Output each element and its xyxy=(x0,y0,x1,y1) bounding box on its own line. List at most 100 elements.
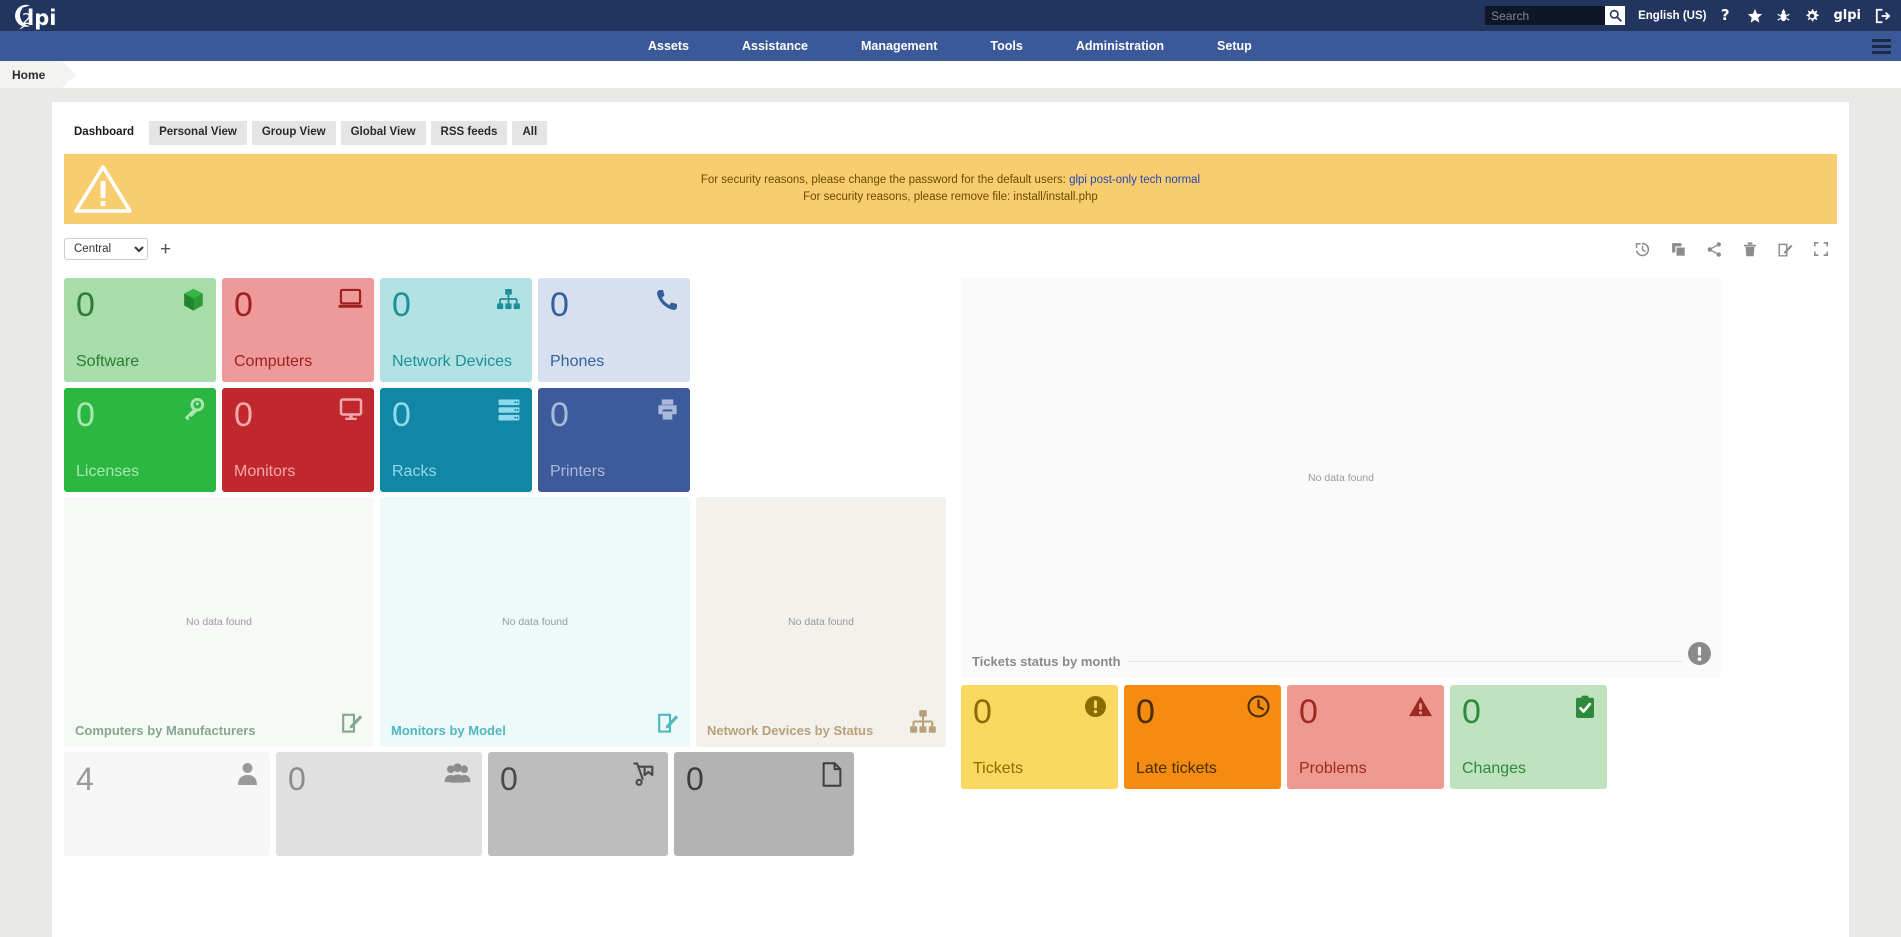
search-input[interactable] xyxy=(1485,6,1606,25)
search-button[interactable] xyxy=(1605,6,1626,25)
tile-computers[interactable]: 0 Computers xyxy=(222,278,374,382)
help-icon[interactable]: ? xyxy=(1719,7,1734,24)
tab-personal-view[interactable]: Personal View xyxy=(149,121,247,145)
edit-icon[interactable] xyxy=(1777,241,1794,258)
logout-icon[interactable] xyxy=(1874,8,1891,24)
tile-tickets[interactable]: 0 Tickets xyxy=(961,685,1118,789)
current-user[interactable]: glpi xyxy=(1833,8,1861,23)
tile-licenses[interactable]: 0 Licenses xyxy=(64,388,216,492)
panel-nodata-text: No data found xyxy=(502,616,568,628)
dashboard-actions xyxy=(1634,241,1837,258)
tab-group-view[interactable]: Group View xyxy=(251,121,336,145)
clone-icon[interactable] xyxy=(1670,241,1687,258)
panel-monitors-by-model[interactable]: No data found Monitors by Model xyxy=(380,497,690,747)
content-card: Dashboard Personal View Group View Globa… xyxy=(52,102,1849,937)
tile-documents[interactable]: 0 xyxy=(674,752,854,856)
tile-changes[interactable]: 0 Changes xyxy=(1450,685,1607,789)
delete-icon[interactable] xyxy=(1742,241,1758,258)
default-users-link[interactable]: glpi post-only tech normal xyxy=(1069,174,1200,186)
tile-groups[interactable]: 0 xyxy=(276,752,482,856)
language-selector[interactable]: English (US) xyxy=(1638,10,1706,22)
alert-line-1-text: For security reasons, please change the … xyxy=(700,174,1066,186)
search-box[interactable] xyxy=(1485,6,1626,25)
tile-racks[interactable]: 0 Racks xyxy=(380,388,532,492)
nav-item-setup[interactable]: Setup xyxy=(1217,39,1252,53)
nav-item-management[interactable]: Management xyxy=(861,39,937,53)
alert-messages: For security reasons, please change the … xyxy=(142,172,1837,206)
nav-item-assistance[interactable]: Assistance xyxy=(742,39,808,53)
tab-all[interactable]: All xyxy=(512,121,548,145)
phone-icon xyxy=(655,288,679,317)
search-icon xyxy=(1609,9,1622,22)
edit-icon[interactable] xyxy=(340,710,365,740)
warning-triangle-icon xyxy=(1408,695,1433,723)
panel-nodata-text: No data found xyxy=(186,616,252,628)
share-icon[interactable] xyxy=(1706,241,1723,258)
printer-icon xyxy=(656,398,679,426)
network-icon xyxy=(496,288,521,316)
users-icon xyxy=(444,762,471,790)
tile-network-devices[interactable]: 0 Network Devices xyxy=(380,278,532,382)
tile-computers-label: Computers xyxy=(234,353,313,370)
tile-late-tickets[interactable]: 0 Late tickets xyxy=(1124,685,1281,789)
tile-software-label: Software xyxy=(76,353,140,370)
nav-items: Assets Assistance Management Tools Admin… xyxy=(648,39,1252,53)
tile-printers[interactable]: 0 Printers xyxy=(538,388,690,492)
panel-title: Monitors by Model xyxy=(391,723,506,738)
hamburger-menu-icon[interactable] xyxy=(1872,38,1891,54)
box-icon xyxy=(182,288,205,317)
gear-icon[interactable] xyxy=(1804,8,1820,24)
dashboard-toolbar: Central + xyxy=(52,224,1849,260)
panel-title: Tickets status by month xyxy=(972,654,1127,669)
tile-problems[interactable]: 0 Problems xyxy=(1287,685,1444,789)
tile-documents-value: 0 xyxy=(686,761,704,797)
tile-monitors-label: Monitors xyxy=(234,463,296,480)
tile-late-tickets-label: Late tickets xyxy=(1136,760,1217,777)
nav-item-assets[interactable]: Assets xyxy=(648,39,689,53)
tab-global-view[interactable]: Global View xyxy=(340,121,426,145)
breadcrumb-bar: Home xyxy=(0,61,1901,88)
edit-icon[interactable] xyxy=(656,710,681,740)
tile-licenses-label: Licenses xyxy=(76,463,140,480)
tile-phones[interactable]: 0 Phones xyxy=(538,278,690,382)
clock-icon xyxy=(1247,695,1270,723)
fullscreen-icon[interactable] xyxy=(1813,241,1829,257)
star-icon[interactable] xyxy=(1747,8,1763,24)
glpi-logo[interactable]: lpi 2 xyxy=(0,1,72,31)
add-dashboard-button[interactable]: + xyxy=(160,240,171,259)
page-body: Dashboard Personal View Group View Globa… xyxy=(0,88,1901,937)
tab-dashboard[interactable]: Dashboard xyxy=(64,121,145,145)
breadcrumb[interactable]: Home xyxy=(0,61,76,88)
tile-suppliers[interactable]: 0 xyxy=(488,752,668,856)
tile-groups-value: 0 xyxy=(288,761,306,797)
panel-computers-by-manufacturers[interactable]: No data found Computers by Manufacturers xyxy=(64,497,374,747)
view-tabs: Dashboard Personal View Group View Globa… xyxy=(52,102,1849,145)
supplier-icon xyxy=(632,762,657,792)
tile-tickets-label: Tickets xyxy=(973,760,1024,777)
tile-printers-label: Printers xyxy=(550,463,606,480)
tile-users[interactable]: 4 xyxy=(64,752,270,856)
tab-rss-feeds[interactable]: RSS feeds xyxy=(430,121,508,145)
nav-item-administration[interactable]: Administration xyxy=(1076,39,1164,53)
warning-triangle-icon xyxy=(64,164,142,214)
alert-line-2: For security reasons, please remove file… xyxy=(803,191,1098,203)
exclamation-circle-icon xyxy=(1084,695,1107,723)
panel-tickets-status-by-month[interactable]: No data found Tickets status by month xyxy=(961,278,1721,678)
user-icon xyxy=(236,762,259,791)
panel-title: Computers by Manufacturers xyxy=(75,723,256,738)
tile-monitors[interactable]: 0 Monitors xyxy=(222,388,374,492)
nav-item-tools[interactable]: Tools xyxy=(990,39,1022,53)
panel-nodata-text: No data found xyxy=(788,616,854,628)
history-icon[interactable] xyxy=(1634,241,1651,258)
bug-icon[interactable] xyxy=(1776,8,1791,24)
glpi-logo-icon: lpi 2 xyxy=(15,4,56,30)
clipboard-check-icon xyxy=(1574,695,1596,724)
tile-software[interactable]: 0 Software xyxy=(64,278,216,382)
tile-users-value: 4 xyxy=(76,761,94,797)
panel-network-devices-by-status[interactable]: No data found Network Devices by Status xyxy=(696,497,946,747)
dashboard-selector[interactable]: Central xyxy=(64,238,148,260)
main-navigation: Assets Assistance Management Tools Admin… xyxy=(0,31,1901,61)
network-icon xyxy=(909,709,937,740)
monitor-icon xyxy=(339,398,363,426)
dashboard-grid: 0 Software 0 Computers 0 Network Devices… xyxy=(64,278,1837,856)
